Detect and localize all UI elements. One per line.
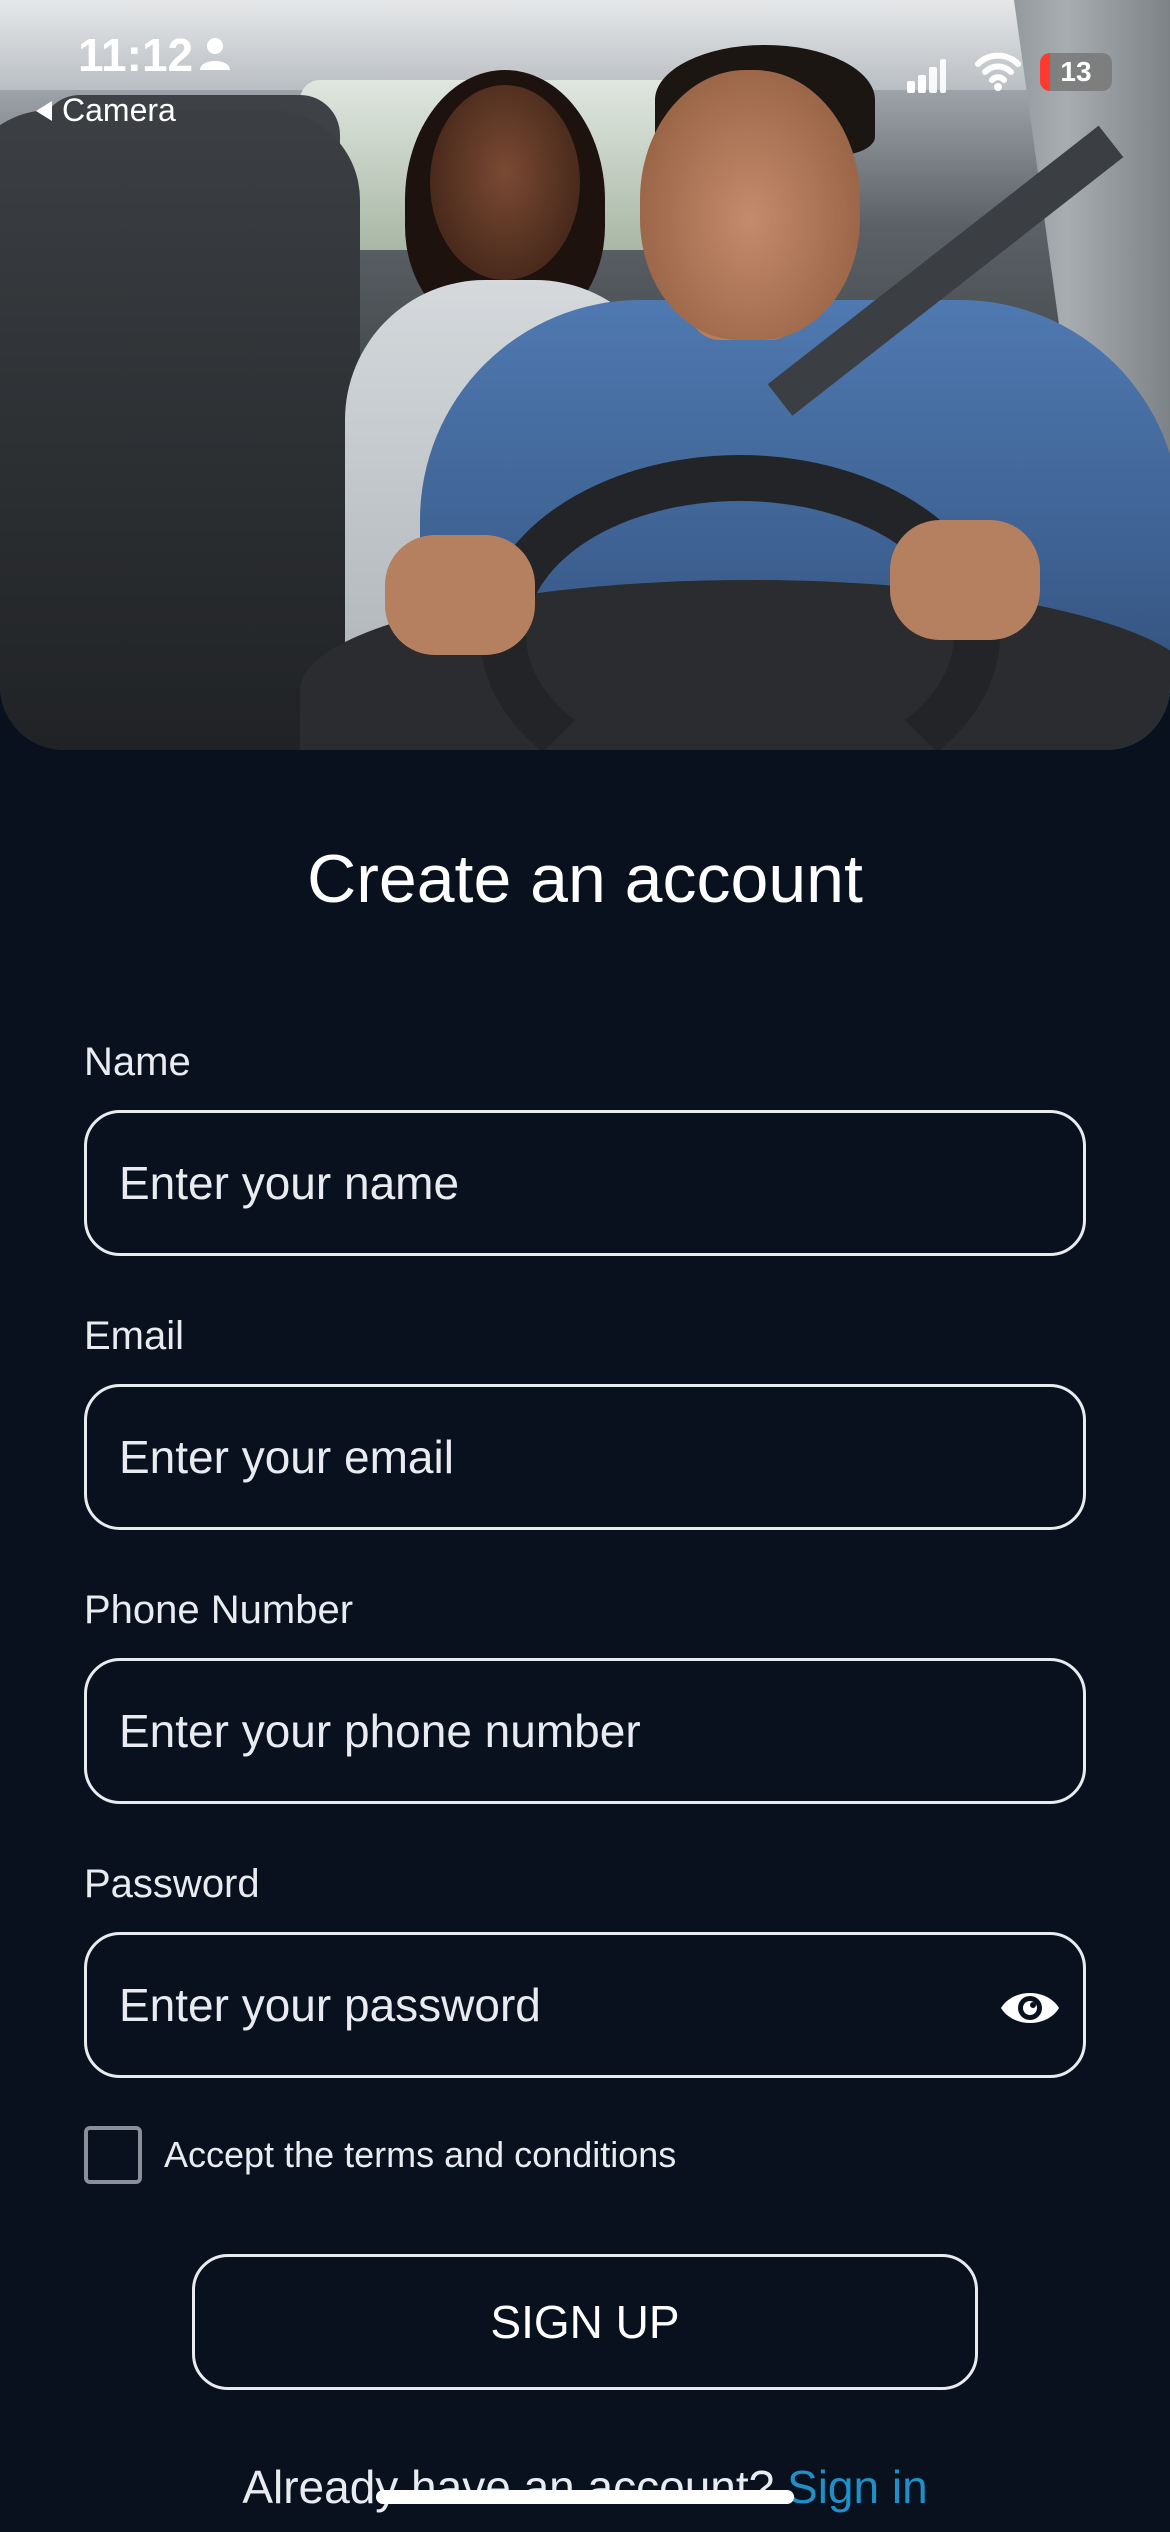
battery-low-fill (1040, 53, 1050, 91)
back-to-camera-link[interactable]: Camera (36, 92, 176, 129)
password-field[interactable] (84, 1932, 1086, 2078)
sign-up-screen: 11:12 Camera 13 Create an account Name E… (0, 0, 1170, 2532)
battery-level: 13 (1060, 56, 1092, 87)
sign-up-button[interactable]: SIGN UP (192, 2254, 978, 2390)
driver-hand-right (890, 520, 1040, 640)
email-input[interactable] (119, 1430, 1051, 1484)
name-field[interactable] (84, 1110, 1086, 1256)
wifi-icon (975, 52, 1021, 91)
driver-hand-left (385, 535, 535, 655)
phone-input[interactable] (119, 1704, 1051, 1758)
name-input[interactable] (119, 1156, 1051, 1210)
home-indicator[interactable] (376, 2490, 794, 2504)
sign-in-prompt: Already have an account? Sign in (0, 2460, 1170, 2514)
phone-label: Phone Number (84, 1588, 354, 1632)
driver-face (640, 70, 860, 340)
cellular-signal-icon (907, 59, 946, 93)
car-seat (0, 110, 360, 750)
email-label: Email (84, 1314, 185, 1358)
phone-field[interactable] (84, 1658, 1086, 1804)
back-label: Camera (62, 92, 176, 128)
password-input[interactable] (119, 1978, 1051, 2032)
name-label: Name (84, 1040, 191, 1084)
status-time: 11:12 (78, 29, 194, 81)
battery-indicator: 13 (1040, 53, 1112, 91)
email-field[interactable] (84, 1384, 1086, 1530)
terms-checkbox[interactable] (84, 2126, 142, 2184)
back-arrow-icon (36, 100, 52, 121)
show-password-eye-icon[interactable] (999, 1980, 1061, 2036)
terms-row: Accept the terms and conditions (84, 2126, 676, 2184)
sign-in-link[interactable]: Sign in (787, 2461, 928, 2513)
sign-in-prompt-text: Already have an account? (242, 2461, 775, 2513)
password-label: Password (84, 1862, 260, 1906)
terms-label: Accept the terms and conditions (164, 2134, 677, 2175)
page-title: Create an account (307, 841, 863, 917)
person-icon (200, 38, 230, 70)
passenger-face (430, 85, 580, 280)
